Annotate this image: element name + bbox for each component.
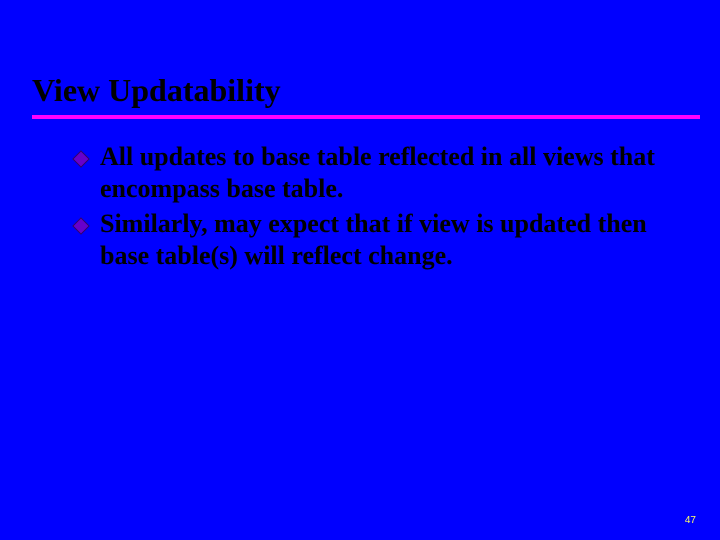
list-item: Similarly, may expect that if view is up… xyxy=(72,208,666,271)
diamond-bullet-icon xyxy=(72,217,90,235)
bullet-text: All updates to base table reflected in a… xyxy=(100,141,666,204)
slide-body: All updates to base table reflected in a… xyxy=(0,119,720,272)
bullet-text: Similarly, may expect that if view is up… xyxy=(100,208,666,271)
slide-title: View Updatability xyxy=(32,72,688,115)
slide: View Updatability All updates to base ta… xyxy=(0,0,720,540)
title-region: View Updatability xyxy=(0,72,720,115)
page-number: 47 xyxy=(685,515,696,526)
list-item: All updates to base table reflected in a… xyxy=(72,141,666,204)
diamond-bullet-icon xyxy=(72,150,90,168)
